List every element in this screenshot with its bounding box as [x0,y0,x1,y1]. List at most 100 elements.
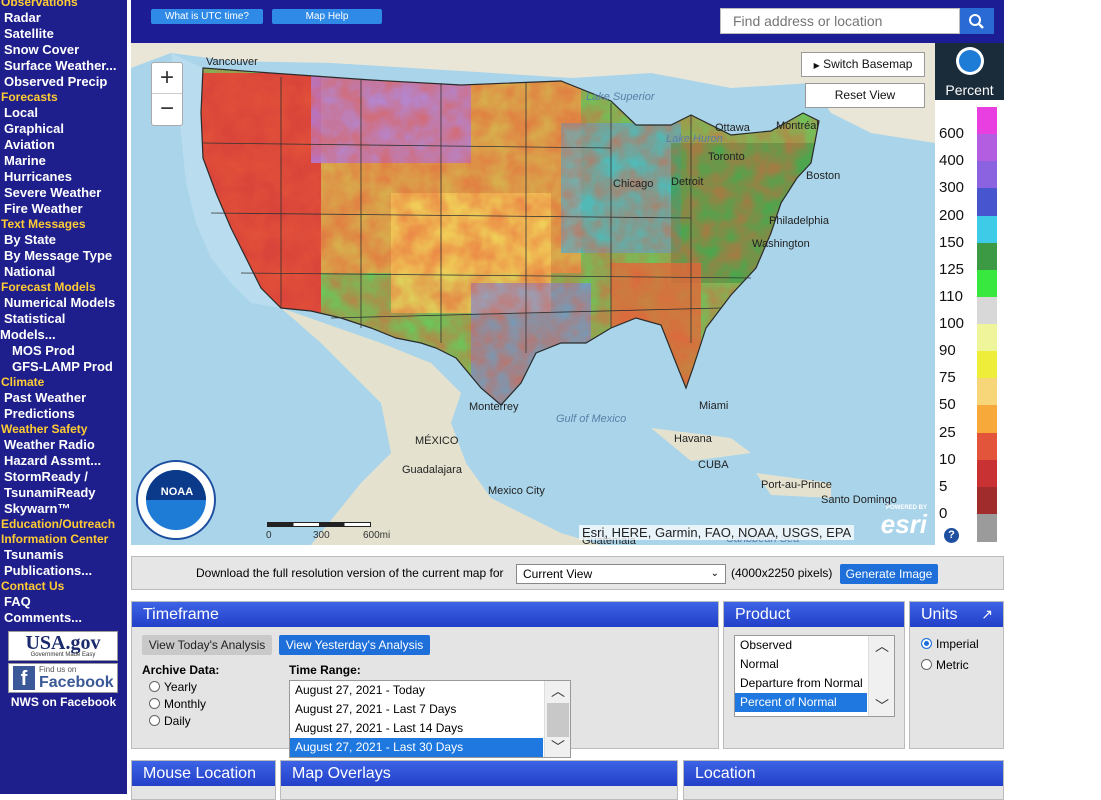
sidebar-item-faq[interactable]: FAQ [0,594,116,610]
sidebar-item-aviation[interactable]: Aviation [0,137,116,153]
map-canvas [131,43,935,545]
sidebar-item-tsunamiready[interactable]: TsunamiReady [0,485,116,501]
product-list[interactable]: ︿ ﹀ Observed Normal Departure from Normal P… [734,635,895,717]
sidebar-item-predictions[interactable]: Predictions [0,406,116,422]
sidebar-item-text-messages[interactable]: Text Messages [0,217,116,232]
facebook-badge[interactable]: f Find us on Facebook [8,663,118,693]
archive-data-label: Archive Data: [142,663,220,677]
units-imperial-label: Imperial [936,637,979,651]
product-option[interactable]: Normal [735,655,867,674]
sidebar-item-surface-weather[interactable]: Surface Weather... [0,58,116,74]
sidebar-item-by-state[interactable]: By State [0,232,116,248]
download-text: Download the full resolution version of … [196,566,504,580]
timeframe-title: Timeframe [132,602,718,627]
time-range-list[interactable]: ︿ ﹀ August 27, 2021 - Today August 27, 20… [289,680,571,758]
sidebar-item-marine[interactable]: Marine [0,153,116,169]
sidebar-item-numerical-models[interactable]: Numerical Models [0,295,116,311]
sidebar-item-publications[interactable]: Publications... [0,563,116,579]
sidebar-item-comments[interactable]: Comments... [0,610,116,626]
facebook-find-label: Find us on [39,665,77,674]
time-range-option[interactable]: August 27, 2021 - Last 30 Days [290,738,543,757]
time-range-option[interactable]: August 27, 2021 - Last 7 Days [290,700,543,719]
sidebar-item-radar[interactable]: Radar [0,10,116,26]
location-search-input[interactable] [720,8,960,34]
utc-time-button[interactable]: What is UTC time? [151,9,263,24]
zoom-out-button[interactable]: − [152,94,182,125]
sidebar-item-stormready[interactable]: StormReady / [0,469,116,485]
sidebar-item-tsunamis[interactable]: Tsunamis [0,547,116,563]
location-panel: Location [683,760,1004,800]
time-range-scroll-thumb[interactable] [547,703,569,737]
map-help-button[interactable]: Map Help [272,9,382,24]
sidebar-item-local[interactable]: Local [0,105,116,121]
sidebar-item-past-weather[interactable]: Past Weather [0,390,116,406]
map-label-cuba: CUBA [698,459,729,471]
sidebar-item-climate[interactable]: Climate [0,375,116,390]
scroll-up-icon[interactable]: ︿ [869,636,894,656]
sidebar-item-observations[interactable]: Observations [0,0,116,10]
product-option[interactable]: Departure from Normal [735,674,867,693]
switch-basemap-button[interactable]: ▶ Switch Basemap [801,52,925,77]
expand-icon[interactable]: ↗ [981,602,993,627]
time-range-option[interactable]: August 27, 2021 - Last 14 Days [290,719,543,738]
product-option[interactable]: Percent of Normal [735,693,867,712]
sidebar-item-satellite[interactable]: Satellite [0,26,116,42]
nws-facebook-link[interactable]: NWS on Facebook [0,695,127,709]
time-range-scrollbar[interactable]: ︿ ﹀ [544,681,570,757]
sidebar-item-weather-radio[interactable]: Weather Radio [0,437,116,453]
sidebar-item-forecast-models[interactable]: Forecast Models [0,280,116,295]
mouse-location-title: Mouse Location [132,761,275,786]
product-scrollbar[interactable]: ︿ ﹀ [868,636,894,716]
sidebar-item-graphical[interactable]: Graphical [0,121,116,137]
view-yesterday-button[interactable]: View Yesterday's Analysis [279,635,430,655]
archive-daily-radio[interactable]: Daily [149,714,191,728]
units-metric-radio[interactable]: Metric [921,658,969,672]
archive-monthly-radio[interactable]: Monthly [149,697,206,711]
sidebar-item-models[interactable]: Models... [0,327,116,343]
sidebar-item-information-center[interactable]: Information Center [0,532,116,547]
legend-swatch [977,351,997,379]
sidebar-item-weather-safety[interactable]: Weather Safety [0,422,116,437]
legend-value: 0 [939,504,948,522]
legend-title: Percent [945,82,994,98]
sidebar-item-hazard-assmt[interactable]: Hazard Assmt... [0,453,116,469]
legend-swatch [977,324,997,352]
usa-gov-badge[interactable]: USA.gov Government Made Easy [8,631,118,661]
chevron-down-icon: ⌄ [710,568,719,579]
sidebar-item-severe-weather[interactable]: Severe Weather [0,185,116,201]
view-today-button[interactable]: View Today's Analysis [142,635,272,655]
sidebar-item-observed-precip[interactable]: Observed Precip [0,74,116,90]
sidebar-item-hurricanes[interactable]: Hurricanes [0,169,116,185]
units-imperial-radio[interactable]: Imperial [921,637,979,651]
esri-label: esri [880,509,927,539]
download-extent-select[interactable]: Current View ⌄ [516,564,726,584]
scroll-down-icon[interactable]: ﹀ [869,696,894,716]
sidebar-item-gfs-lamp-prod[interactable]: GFS-LAMP Prod [0,359,116,375]
scroll-down-icon[interactable]: ﹀ [545,737,570,757]
sidebar-item-forecasts[interactable]: Forecasts [0,90,116,105]
search-button[interactable] [960,8,994,34]
scroll-up-icon[interactable]: ︿ [545,681,570,701]
sidebar-item-education-outreach[interactable]: Education/Outreach [0,517,116,532]
legend-swatch [977,459,997,488]
sidebar-item-snow-cover[interactable]: Snow Cover [0,42,116,58]
precip-percent-map[interactable]: Vancouver Lake Superior Ottawa Montréal Lake… [131,43,935,545]
sidebar-item-contact-us[interactable]: Contact Us [0,579,116,594]
product-option[interactable]: Observed [735,636,867,655]
sidebar-item-mos-prod[interactable]: MOS Prod [0,343,116,359]
sidebar-item-skywarn[interactable]: Skywarn™ [0,501,116,517]
sidebar-item-fire-weather[interactable]: Fire Weather [0,201,116,217]
sidebar-item-by-message-type[interactable]: By Message Type [0,248,116,264]
legend-value: 5 [939,477,948,495]
location-title: Location [684,761,1003,786]
sidebar-item-statistical[interactable]: Statistical [0,311,116,327]
sidebar-item-national[interactable]: National [0,264,116,280]
archive-yearly-radio[interactable]: Yearly [149,680,197,694]
map-label-m-xico: MÉXICO [415,435,459,447]
reset-view-button[interactable]: Reset View [805,83,925,108]
legend-help-icon[interactable]: ? [944,528,959,543]
time-range-label: Time Range: [289,663,361,677]
generate-image-button[interactable]: Generate Image [840,564,938,584]
zoom-in-button[interactable]: + [152,63,182,94]
time-range-option[interactable]: August 27, 2021 - Today [290,681,543,700]
